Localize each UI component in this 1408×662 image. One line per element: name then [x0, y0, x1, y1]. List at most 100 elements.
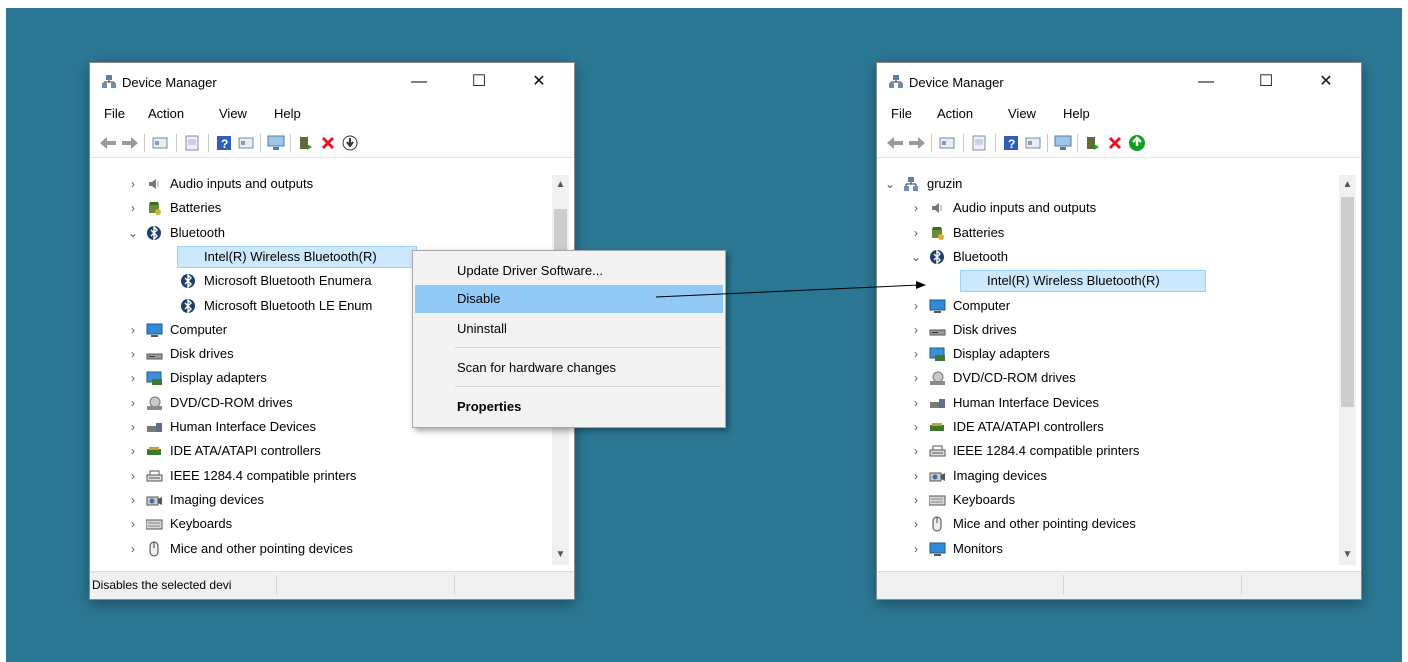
scroll-thumb[interactable] [1341, 197, 1354, 407]
tree-category[interactable]: › IEEE 1284.4 compatible printers [879, 440, 1339, 462]
tree-category[interactable]: › Audio inputs and outputs [96, 175, 556, 195]
expand-chevron-icon[interactable]: › [909, 392, 923, 414]
uninstall-icon[interactable] [318, 133, 338, 153]
expand-chevron-icon[interactable]: › [909, 295, 923, 317]
expand-chevron-icon[interactable]: › [909, 440, 923, 462]
tree-category[interactable]: ⌄ gruzin [879, 175, 1339, 195]
tree-category[interactable]: › IDE ATA/ATAPI controllers [96, 440, 556, 462]
expand-chevron-icon[interactable]: › [126, 343, 140, 365]
menu-item-properties[interactable]: Properties [415, 393, 723, 421]
tree-category[interactable]: › Keyboards [96, 513, 556, 535]
expand-chevron-icon[interactable]: › [126, 197, 140, 219]
tree-category[interactable]: › Imaging devices [96, 489, 556, 511]
tree-category[interactable]: › DVD/CD-ROM drives [879, 367, 1339, 389]
menu-view[interactable]: View [1008, 106, 1036, 121]
menu-view[interactable]: View [219, 106, 247, 121]
expand-chevron-icon[interactable]: › [126, 367, 140, 389]
collapse-chevron-icon[interactable]: ⌄ [883, 175, 897, 195]
tree-category[interactable]: › Mice and other pointing devices [96, 538, 556, 560]
uninstall-icon[interactable] [1105, 133, 1125, 153]
help-icon[interactable]: ? [214, 133, 234, 153]
tree-category[interactable]: › Human Interface Devices [879, 392, 1339, 414]
menu-file[interactable]: File [891, 106, 912, 121]
forward-icon[interactable] [120, 133, 140, 153]
menu-item-scan-hardware[interactable]: Scan for hardware changes [415, 354, 723, 382]
device-grid-icon[interactable] [937, 133, 957, 153]
scroll-up-icon[interactable]: ▲ [1339, 177, 1356, 193]
forward-icon[interactable] [907, 133, 927, 153]
menu-item-uninstall[interactable]: Uninstall [415, 315, 723, 343]
disable-device-icon[interactable] [340, 133, 360, 153]
expand-chevron-icon[interactable]: › [126, 465, 140, 487]
view-icon[interactable] [236, 133, 256, 153]
enable-device-icon[interactable] [1127, 133, 1147, 153]
tree-category[interactable]: › Keyboards [879, 489, 1339, 511]
update-driver-icon[interactable] [1083, 133, 1103, 153]
expand-chevron-icon[interactable]: › [126, 440, 140, 462]
menu-action[interactable]: Action [937, 106, 973, 121]
menu-help[interactable]: Help [1063, 106, 1090, 121]
scroll-down-icon[interactable]: ▼ [552, 547, 569, 563]
collapse-chevron-icon[interactable]: ⌄ [126, 222, 140, 244]
minimize-button[interactable]: — [396, 67, 442, 97]
back-icon[interactable] [98, 133, 118, 153]
expand-chevron-icon[interactable]: › [909, 538, 923, 560]
tree-category[interactable]: › Disk drives [879, 319, 1339, 341]
menu-item-update-driver[interactable]: Update Driver Software... [415, 257, 723, 285]
tree-category[interactable]: ⌄ Bluetooth [879, 246, 1339, 268]
properties-icon[interactable] [182, 133, 202, 153]
back-icon[interactable] [885, 133, 905, 153]
expand-chevron-icon[interactable]: › [126, 175, 140, 195]
device-item[interactable]: Intel(R) Wireless Bluetooth(R) [879, 270, 1339, 293]
expand-chevron-icon[interactable]: › [126, 319, 140, 341]
expand-chevron-icon[interactable]: › [909, 513, 923, 535]
tree-category[interactable]: › Display adapters [879, 343, 1339, 365]
expand-chevron-icon[interactable]: › [909, 465, 923, 487]
menu-action[interactable]: Action [148, 106, 184, 121]
tree-category[interactable]: › Monitors [879, 538, 1339, 560]
tree-category[interactable]: › Batteries [879, 222, 1339, 244]
maximize-button[interactable]: ☐ [456, 67, 502, 97]
tree-category[interactable]: › Mice and other pointing devices [879, 513, 1339, 535]
title-bar[interactable]: Device Manager — ☐ ✕ [877, 63, 1361, 101]
tree-category[interactable]: › IDE ATA/ATAPI controllers [879, 416, 1339, 438]
minimize-button[interactable]: — [1183, 67, 1229, 97]
expand-chevron-icon[interactable]: › [126, 489, 140, 511]
tree-category[interactable]: › IEEE 1284.4 compatible printers [96, 465, 556, 487]
properties-icon[interactable] [969, 133, 989, 153]
device-grid-icon[interactable] [150, 133, 170, 153]
vertical-scrollbar[interactable]: ▲ ▼ [1339, 175, 1356, 565]
menu-item-disable[interactable]: Disable [415, 285, 723, 313]
scan-hardware-icon[interactable] [266, 133, 286, 153]
expand-chevron-icon[interactable]: › [909, 367, 923, 389]
menu-file[interactable]: File [104, 106, 125, 121]
help-icon[interactable]: ? [1001, 133, 1021, 153]
expand-chevron-icon[interactable]: › [909, 319, 923, 341]
expand-chevron-icon[interactable]: › [126, 513, 140, 535]
view-icon[interactable] [1023, 133, 1043, 153]
scroll-down-icon[interactable]: ▼ [1339, 547, 1356, 563]
update-driver-icon[interactable] [296, 133, 316, 153]
expand-chevron-icon[interactable]: › [909, 343, 923, 365]
menu-help[interactable]: Help [274, 106, 301, 121]
collapse-chevron-icon[interactable]: ⌄ [909, 246, 923, 268]
close-button[interactable]: ✕ [516, 67, 562, 97]
expand-chevron-icon[interactable]: › [909, 416, 923, 438]
tree-category[interactable]: ⌄ Bluetooth [96, 222, 556, 244]
title-bar[interactable]: Device Manager — ☐ ✕ [90, 63, 574, 101]
expand-chevron-icon[interactable]: › [909, 197, 923, 219]
scroll-up-icon[interactable]: ▲ [552, 177, 569, 193]
status-bar: Disables the selected devi [90, 571, 574, 599]
expand-chevron-icon[interactable]: › [909, 222, 923, 244]
tree-category[interactable]: › Imaging devices [879, 465, 1339, 487]
tree-category[interactable]: › Audio inputs and outputs [879, 197, 1339, 219]
expand-chevron-icon[interactable]: › [909, 489, 923, 511]
close-button[interactable]: ✕ [1303, 67, 1349, 97]
expand-chevron-icon[interactable]: › [126, 538, 140, 560]
expand-chevron-icon[interactable]: › [126, 416, 140, 438]
tree-category[interactable]: › Computer [879, 295, 1339, 317]
tree-category[interactable]: › Batteries [96, 197, 556, 219]
scan-hardware-icon[interactable] [1053, 133, 1073, 153]
expand-chevron-icon[interactable]: › [126, 392, 140, 414]
maximize-button[interactable]: ☐ [1243, 67, 1289, 97]
